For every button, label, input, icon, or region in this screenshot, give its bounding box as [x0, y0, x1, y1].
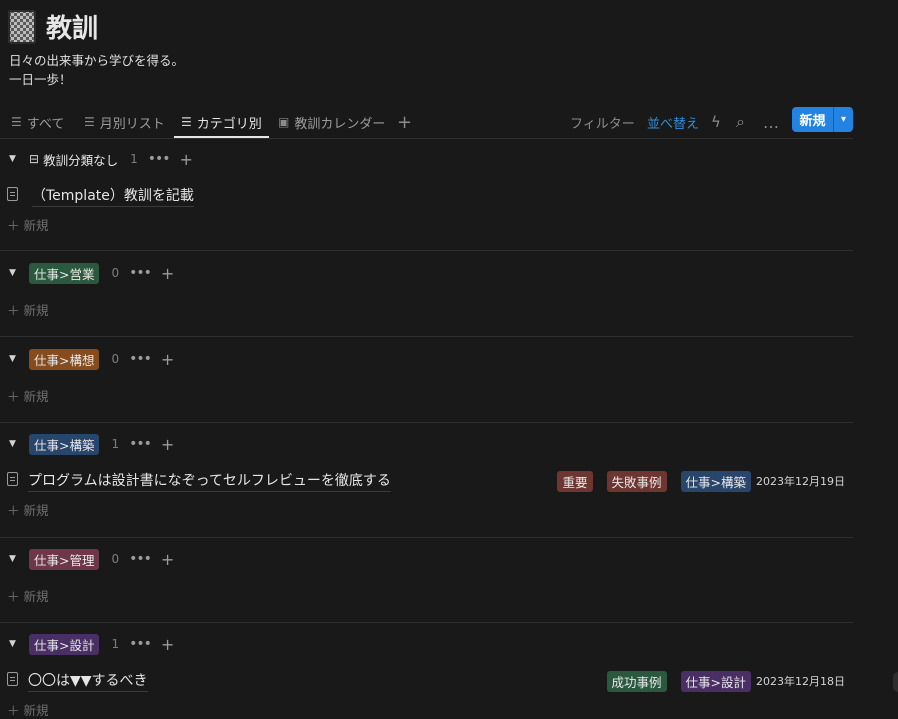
table-row[interactable]: （Template）教訓を記載 [0, 183, 853, 207]
tab-all[interactable]: ☰ すべて [11, 108, 64, 136]
add-new-row[interactable]: ＋ 新規 [7, 700, 49, 719]
sort-button[interactable]: 並べ替え [647, 108, 699, 136]
row-title[interactable]: （Template）教訓を記載 [32, 185, 194, 207]
group-header: ▼ 仕事>構想 0 ••• + [0, 348, 174, 370]
tag-success-case: 成功事例 [606, 671, 667, 692]
group-more-button[interactable]: ••• [148, 151, 171, 167]
add-new-row[interactable]: ＋ 新規 [7, 500, 49, 519]
group-work-sales: ▼ 仕事>営業 0 ••• + ＋ 新規 [0, 262, 853, 338]
more-icon[interactable]: … [763, 108, 779, 136]
calendar-icon: ▣ [278, 115, 290, 129]
tab-by-category[interactable]: ☰ カテゴリ別 [174, 108, 269, 138]
group-count: 1 [111, 637, 120, 651]
group-more-button[interactable]: ••• [129, 551, 152, 567]
group-header: ▼ 仕事>管理 0 ••• + [0, 548, 174, 570]
collapse-toggle-icon[interactable]: ▼ [9, 154, 19, 164]
group-add-button[interactable]: + [161, 435, 174, 454]
lightning-icon[interactable]: ϟ [711, 108, 721, 136]
page-icon [7, 672, 18, 686]
page-title: 教訓 [46, 14, 99, 44]
tab-monthly-list[interactable]: ☰ 月別リスト [84, 108, 165, 136]
group-work-design: ▼ 仕事>設計 1 ••• + 〇〇は▼▼するべき 成功事例 仕事>設計 202… [0, 633, 853, 718]
row-tags: 重要 失敗事例 仕事>構築 [557, 471, 751, 492]
group-tag: 仕事>構築 [29, 433, 100, 455]
scrollbar[interactable] [893, 672, 898, 692]
group-tag: 仕事>管理 [29, 548, 100, 570]
divider [0, 422, 853, 423]
tag-failure-case: 失敗事例 [606, 471, 667, 492]
group-add-button[interactable]: + [161, 635, 174, 654]
filter-button[interactable]: フィルター [570, 108, 635, 136]
group-add-button[interactable]: + [161, 550, 174, 569]
tab-label: 月別リスト [99, 116, 165, 132]
group-header: ▼ 仕事>営業 0 ••• + [0, 262, 174, 284]
collapse-toggle-icon[interactable]: ▼ [9, 639, 19, 649]
tag-category: 仕事>設計 [680, 671, 751, 692]
group-count: 0 [111, 352, 120, 366]
collapse-toggle-icon[interactable]: ▼ [9, 439, 19, 449]
page-description: 日々の出来事から学びを得る。 [9, 53, 185, 68]
page-description-2: 一日一歩！ [9, 72, 72, 87]
inbox-icon: ⊟ [29, 152, 40, 166]
group-more-button[interactable]: ••• [129, 351, 152, 367]
group-work-concept: ▼ 仕事>構想 0 ••• + ＋ 新規 [0, 348, 853, 424]
group-header: ▼ 仕事>設計 1 ••• + [0, 633, 174, 655]
divider [0, 537, 853, 538]
add-new-row[interactable]: ＋ 新規 [7, 300, 49, 319]
row-title[interactable]: 〇〇は▼▼するべき [28, 670, 148, 692]
group-add-button[interactable]: + [161, 350, 174, 369]
group-header: ▼ 仕事>構築 1 ••• + [0, 433, 174, 455]
new-button: 新規 ▾ [792, 107, 853, 132]
group-tag: 仕事>営業 [29, 262, 100, 284]
group-more-button[interactable]: ••• [129, 436, 152, 452]
chevron-down-icon[interactable]: ▾ [833, 107, 853, 132]
group-tag: 仕事>構想 [29, 348, 100, 370]
tag-important: 重要 [557, 471, 593, 492]
group-name: 教訓分類なし [43, 152, 119, 168]
add-view-button[interactable]: + [397, 108, 412, 136]
row-date: 2023年12月18日 [756, 675, 845, 688]
row-date: 2023年12月19日 [756, 475, 845, 488]
search-icon[interactable]: ⌕ [736, 108, 745, 136]
group-uncategorized: ▼ ⊟ 教訓分類なし 1 ••• + （Template）教訓を記載 ＋ 新規 [0, 148, 853, 252]
page-icon[interactable] [8, 10, 36, 44]
group-tag: 仕事>設計 [29, 633, 100, 655]
tab-calendar[interactable]: ▣ 教訓カレンダー [278, 108, 385, 136]
group-more-button[interactable]: ••• [129, 636, 152, 652]
tab-label: 教訓カレンダー [294, 116, 386, 132]
list-icon: ☰ [11, 115, 22, 129]
group-more-button[interactable]: ••• [129, 265, 152, 281]
group-count: 1 [111, 437, 120, 451]
row-tags: 成功事例 仕事>設計 [606, 671, 751, 692]
group-work-management: ▼ 仕事>管理 0 ••• + ＋ 新規 [0, 548, 853, 624]
tab-label: すべて [26, 116, 65, 132]
collapse-toggle-icon[interactable]: ▼ [9, 268, 19, 278]
collapse-toggle-icon[interactable]: ▼ [9, 554, 19, 564]
add-new-row[interactable]: ＋ 新規 [7, 586, 49, 605]
page-icon [7, 472, 18, 486]
group-work-build: ▼ 仕事>構築 1 ••• + プログラムは設計書になぞってセルフレビューを徹底… [0, 433, 853, 539]
list-icon: ☰ [84, 115, 95, 129]
collapse-toggle-icon[interactable]: ▼ [9, 354, 19, 364]
add-new-row[interactable]: ＋ 新規 [7, 215, 49, 234]
divider [0, 250, 853, 251]
add-new-row[interactable]: ＋ 新規 [7, 386, 49, 405]
group-add-button[interactable]: + [180, 150, 193, 169]
group-header: ▼ ⊟ 教訓分類なし 1 ••• + [0, 148, 193, 170]
tab-label: カテゴリ別 [196, 116, 262, 132]
group-count: 0 [111, 266, 120, 280]
group-count: 0 [111, 552, 120, 566]
divider [0, 336, 853, 337]
table-row[interactable]: プログラムは設計書になぞってセルフレビューを徹底する 重要 失敗事例 仕事>構築… [0, 468, 853, 492]
page-icon [7, 187, 18, 201]
list-icon: ☰ [181, 115, 192, 129]
view-tabs: ☰ すべて ☰ 月別リスト ☰ カテゴリ別 ▣ 教訓カレンダー + フィルター … [0, 108, 853, 139]
group-count: 1 [130, 152, 138, 166]
tag-category: 仕事>構築 [680, 471, 751, 492]
group-add-button[interactable]: + [161, 264, 174, 283]
table-row[interactable]: 〇〇は▼▼するべき 成功事例 仕事>設計 2023年12月18日 [0, 668, 853, 692]
new-button-label[interactable]: 新規 [792, 107, 833, 132]
row-title[interactable]: プログラムは設計書になぞってセルフレビューを徹底する [28, 470, 391, 492]
divider [0, 622, 853, 623]
